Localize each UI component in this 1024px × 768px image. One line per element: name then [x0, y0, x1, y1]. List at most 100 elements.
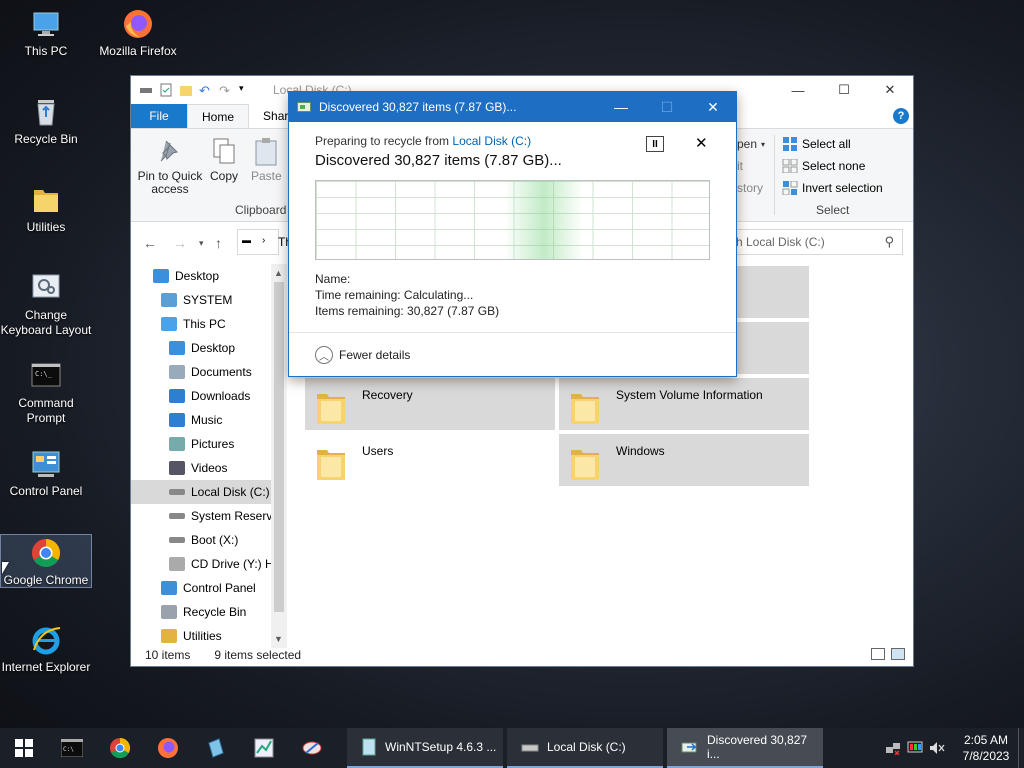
nav-item[interactable]: Desktop — [131, 264, 287, 288]
redo-icon[interactable]: ↷ — [219, 83, 233, 98]
pause-button[interactable]: II — [646, 136, 664, 152]
scroll-up-icon[interactable]: ▲ — [274, 268, 283, 278]
taskbar-item-discovered[interactable]: Discovered 30,827 i... — [667, 728, 823, 768]
pin-quick-access-button[interactable]: Pin to Quick access — [137, 137, 203, 196]
search-icon: ⚲ — [884, 234, 894, 249]
folder-tile[interactable]: System Volume Information — [559, 378, 809, 430]
large-icons-view-icon[interactable] — [891, 648, 905, 660]
chevron-up-icon: ︿ — [315, 346, 333, 364]
internet-explorer-icon — [30, 624, 62, 656]
invert-selection-button[interactable]: Invert selection — [782, 180, 883, 196]
recent-locations-icon[interactable]: ▾ — [199, 238, 204, 249]
breadcrumb-chevron-icon: › — [262, 235, 266, 246]
nav-item[interactable]: This PC — [131, 312, 287, 336]
taskbar-app-tool[interactable] — [288, 728, 336, 768]
copy-button[interactable]: Copy — [209, 137, 239, 183]
nav-item[interactable]: SYSTEM — [131, 288, 287, 312]
search-input[interactable]: h Local Disk (C:) ⚲ — [723, 229, 903, 255]
nav-item[interactable]: Local Disk (C:) — [131, 480, 287, 504]
taskbar-item-local-disk[interactable]: Local Disk (C:) — [507, 728, 663, 768]
delete-progress-dialog[interactable]: Discovered 30,827 items (7.87 GB)... — ☐… — [288, 91, 737, 377]
close-button[interactable]: ✕ — [867, 76, 913, 104]
up-arrow-icon[interactable]: ↑ — [215, 235, 222, 251]
desktop-icon-recycle-bin[interactable]: Recycle Bin — [0, 96, 92, 147]
nav-scrollbar[interactable]: ▲ ▼ — [271, 264, 287, 648]
taskbar-app-cube[interactable] — [192, 728, 240, 768]
history-button[interactable]: story — [737, 181, 763, 195]
new-folder-icon[interactable] — [179, 83, 193, 97]
chrome-icon — [30, 537, 62, 569]
fewer-details-button[interactable]: ︿ Fewer details — [315, 346, 410, 364]
select-none-button[interactable]: Select none — [782, 158, 865, 174]
back-arrow-icon[interactable]: ← — [143, 235, 157, 251]
display-settings-icon[interactable] — [904, 741, 926, 755]
folder-tile[interactable]: Windows — [559, 434, 809, 486]
taskbar-firefox[interactable] — [144, 728, 192, 768]
mouse-cursor — [2, 562, 9, 574]
dialog-minimize-button[interactable]: — — [598, 92, 644, 122]
show-desktop-button[interactable] — [1018, 728, 1024, 768]
navigation-pane[interactable]: Desktop SYSTEM This PC Desktop Documents Down… — [131, 264, 287, 648]
desktop-icon-firefox[interactable]: Mozilla Firefox — [92, 8, 184, 59]
maximize-button[interactable]: ☐ — [821, 76, 867, 104]
edit-button[interactable]: it — [737, 159, 743, 173]
dialog-close-button[interactable]: ✕ — [690, 92, 736, 122]
volume-muted-icon[interactable] — [926, 741, 948, 755]
desktop-icon-this-pc[interactable]: This PC — [0, 8, 92, 59]
paste-button[interactable]: Paste — [251, 137, 282, 183]
chevron-down-icon[interactable]: ▾ — [239, 83, 253, 97]
desktop-icon-google-chrome[interactable]: Google Chrome — [0, 534, 92, 588]
nav-item[interactable]: Boot (X:) — [131, 528, 287, 552]
nav-item[interactable]: Downloads — [131, 384, 287, 408]
folder-tile[interactable]: Users — [305, 434, 555, 486]
taskbar-chrome[interactable] — [96, 728, 144, 768]
nav-item[interactable]: Pictures — [131, 432, 287, 456]
minimize-button[interactable]: — — [775, 76, 821, 104]
open-button[interactable]: pen ▾ — [737, 137, 765, 151]
recycle-bin-icon — [161, 605, 177, 619]
folder-tile[interactable]: Recovery — [305, 378, 555, 430]
nav-item[interactable]: Recycle Bin — [131, 600, 287, 624]
cancel-button[interactable]: ✕ — [695, 134, 708, 152]
source-link[interactable]: Local Disk (C:) — [452, 134, 531, 148]
tab-file[interactable]: File — [131, 104, 187, 128]
nav-item-label: Pictures — [191, 437, 235, 451]
desktop-icon-control-panel[interactable]: Control Panel — [0, 448, 92, 499]
nav-item[interactable]: Utilities — [131, 624, 287, 648]
scroll-thumb[interactable] — [274, 282, 284, 612]
details-view-icon[interactable] — [871, 648, 885, 660]
taskbar-command-prompt[interactable]: C:\ — [48, 728, 96, 768]
address-bar[interactable]: ▬ › Th — [237, 229, 292, 255]
nav-item[interactable]: System Reserve — [131, 504, 287, 528]
nav-item[interactable]: Documents — [131, 360, 287, 384]
nav-item[interactable]: Desktop — [131, 336, 287, 360]
system-tray: 2:05 AM 7/8/2023 — [882, 728, 1024, 768]
select-group-label: Select — [816, 203, 850, 217]
desktop-icon-command-prompt[interactable]: C:\_ Command Prompt — [0, 360, 92, 426]
taskbar-item-winntsetup[interactable]: WinNTSetup 4.6.3 ... — [347, 728, 503, 768]
desktop-icon-label: Mozilla Firefox — [99, 44, 177, 58]
nav-item[interactable]: Music — [131, 408, 287, 432]
forward-arrow-icon[interactable]: → — [173, 235, 187, 251]
time-remaining: Time remaining: Calculating... — [315, 288, 474, 302]
taskbar-app-chart[interactable] — [240, 728, 288, 768]
desktop-icon-change-keyboard[interactable]: Change Keyboard Layout — [0, 272, 92, 338]
dialog-title-bar[interactable]: Discovered 30,827 items (7.87 GB)... — ☐… — [289, 92, 736, 122]
nav-item[interactable]: Control Panel — [131, 576, 287, 600]
command-prompt-icon: C:\_ — [30, 360, 62, 392]
nav-item[interactable]: Videos — [131, 456, 287, 480]
help-icon[interactable]: ? — [893, 108, 909, 124]
select-all-button[interactable]: Select all — [782, 137, 851, 151]
start-button[interactable] — [0, 728, 48, 768]
computer-icon — [30, 8, 62, 40]
undo-icon[interactable]: ↶ — [199, 83, 213, 98]
drive-icon: ▬ — [242, 235, 251, 245]
tab-home[interactable]: Home — [187, 104, 250, 128]
properties-icon[interactable] — [159, 83, 173, 97]
clock[interactable]: 2:05 AM 7/8/2023 — [954, 732, 1018, 764]
desktop-icon-utilities[interactable]: Utilities — [0, 184, 92, 235]
desktop-icon-internet-explorer[interactable]: Internet Explorer — [0, 624, 92, 675]
network-icon[interactable] — [882, 741, 904, 755]
nav-item[interactable]: CD Drive (Y:) H — [131, 552, 287, 576]
scroll-down-icon[interactable]: ▼ — [274, 634, 283, 644]
